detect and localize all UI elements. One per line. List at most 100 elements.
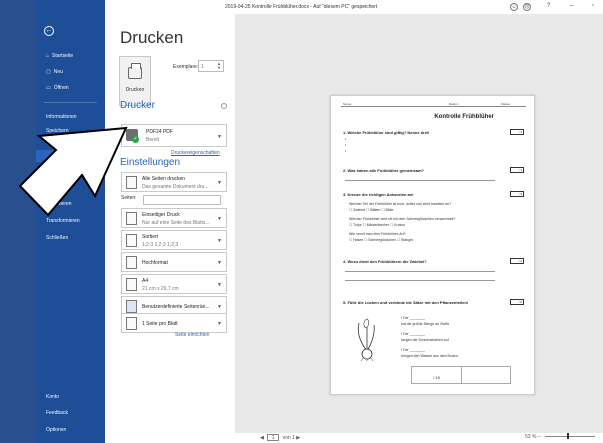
zoom-slider[interactable]: [544, 433, 595, 440]
points-box: / 6: [510, 299, 524, 305]
word-print-backstage: ← ⌂ Startseite ▢ Neu ▭ Öffnen Informatio…: [0, 0, 603, 443]
print-button-label: Drucken: [125, 87, 145, 93]
settings-heading: Einstellungen: [120, 157, 181, 168]
zoom-thumb[interactable]: [566, 433, 569, 440]
sidebar-item-label: Exportieren: [46, 201, 72, 207]
sidebar-item-label: Speichern: [46, 128, 69, 134]
page-title: Drucken: [120, 28, 184, 47]
chevron-down-icon: ▼: [217, 134, 222, 140]
back-arrow-icon[interactable]: ←: [44, 26, 54, 36]
q5-line: bringen den Wasser aus dem Boden: [401, 354, 458, 358]
copies-value: 1: [201, 64, 204, 70]
zoom-level: 53 %: [525, 434, 537, 440]
sidebar-item-export[interactable]: Exportieren: [36, 198, 105, 210]
ready-check-icon: ✓: [132, 136, 139, 143]
maximize-button[interactable]: ▫: [592, 3, 594, 9]
sidebar-item-feedback[interactable]: Feedback: [36, 407, 105, 419]
frown-icon[interactable]: ☹: [523, 3, 531, 11]
dropdown-subtitle: 21 cm x 29,7 cm: [142, 286, 179, 292]
printer-properties-link[interactable]: Druckereigenschaften: [171, 150, 220, 156]
pages-input[interactable]: [143, 195, 221, 205]
q5-line: fangen die Sonnenstrahlen auf: [401, 338, 449, 342]
title-bar: 2019-04-25 Kontrolle Frühblüher.docx - A…: [105, 0, 603, 14]
copies-stepper[interactable]: 1 ▲ ▼: [198, 60, 224, 72]
printer-status: Bereit: [146, 137, 160, 143]
sidebar-item-close[interactable]: Schließen: [36, 232, 105, 244]
bullet: •: [345, 137, 347, 141]
chevron-down-icon: ▼: [217, 180, 222, 186]
collation-dropdown[interactable]: Sortiert 1;2;3 1;2;3 1;2;3 ▼: [121, 230, 227, 250]
dropdown-subtitle: Das gesamte Dokument dru...: [142, 184, 209, 190]
one-sided-icon: [126, 212, 137, 225]
page-setup-link[interactable]: Seite einrichten: [175, 332, 209, 338]
pages-row: Seiten:: [121, 195, 227, 205]
question-5: 5. Fülle die Lücken und verbinde die Sät…: [343, 300, 469, 305]
document-title: Kontrolle Frühblüher: [434, 114, 494, 120]
pages-icon: [126, 176, 137, 189]
q5-line: • Die ________: [401, 332, 425, 336]
dropdown-title: Einseitiger Druck: [142, 212, 180, 218]
info-icon[interactable]: [221, 103, 227, 109]
printer-heading: Drucker: [120, 100, 156, 111]
zoom-control: 53 % –: [525, 433, 598, 440]
next-page-icon[interactable]: ▶: [296, 435, 300, 441]
answer-line: [345, 280, 495, 281]
dropdown-title: Benutzerdefinierte Seitenrän...: [142, 304, 210, 310]
sidebar-item-home[interactable]: ⌂ Startseite: [36, 50, 105, 62]
document-preview-page: Name: Datum: Klasse: Kontrolle Frühblühe…: [330, 95, 535, 395]
folder-open-icon: ▭: [46, 85, 51, 91]
bullet: •: [345, 143, 347, 147]
pages-per-sheet-dropdown[interactable]: 1 Seite pro Blatt ▼: [121, 313, 227, 333]
zoom-out-icon[interactable]: –: [538, 434, 541, 440]
sidebar-item-save[interactable]: Speichern: [36, 125, 105, 137]
paper-size-dropdown[interactable]: A4 21 cm x 29,7 cm ▼: [121, 274, 227, 294]
chevron-down-icon: ▼: [217, 282, 222, 288]
portrait-icon: [126, 256, 137, 269]
pages-label: Seiten:: [121, 195, 137, 201]
question-1: 1. Welche Frühblüher sind giftig? Nenne …: [343, 130, 430, 135]
previous-page-icon[interactable]: ◀: [260, 435, 264, 441]
points-box: / 3: [510, 191, 524, 197]
q3-line: Wie nennt man eine Frühblüher-Art?: [349, 232, 406, 236]
minimize-button[interactable]: –: [570, 3, 573, 9]
points-box: / 2: [510, 258, 524, 264]
q5-line: • Die ________: [401, 348, 425, 352]
sidebar-item-info[interactable]: Informationen: [36, 111, 105, 123]
dropdown-title: Sortiert: [142, 234, 159, 240]
print-range-dropdown[interactable]: Alle Seiten drucken Das gesamte Dokument…: [121, 172, 227, 192]
sidebar-item-print[interactable]: [36, 150, 105, 162]
help-icon[interactable]: ?: [547, 3, 550, 9]
sidebar-item-options[interactable]: Optionen: [36, 424, 105, 436]
dropdown-title: 1 Seite pro Blatt: [142, 321, 178, 327]
dropdown-subtitle: 1;2;3 1;2;3 1;2;3: [142, 242, 179, 248]
sidebar-item-new[interactable]: ▢ Neu: [36, 66, 105, 78]
q3-options: ☐ Hasen ☐ Schneeglöckchen ☐ Stängel: [349, 238, 413, 242]
spin-arrows-icon[interactable]: ▲ ▼: [217, 62, 221, 70]
print-button[interactable]: Drucken: [119, 56, 151, 106]
pages-per-sheet-icon: [126, 317, 137, 330]
smiley-icon[interactable]: ☺: [510, 3, 518, 11]
current-page-input[interactable]: 1: [267, 434, 280, 441]
q3-line: Welcher Teil der Frühblüher ist bunt, du…: [349, 202, 452, 206]
sidebar-item-open[interactable]: ▭ Öffnen: [36, 82, 105, 94]
q3-options: ☐ Tulpe ☐ Märzenbecher ☐ Krokus: [349, 223, 406, 227]
orientation-dropdown[interactable]: Hochformat ▼: [121, 252, 227, 272]
page-navigator: ◀ 1 von 1 ▶: [260, 434, 300, 441]
copies-label: Exemplare:: [173, 64, 199, 70]
printer-icon: [128, 63, 142, 79]
chevron-down-icon: ▼: [217, 216, 222, 222]
dropdown-title: A4: [142, 278, 149, 284]
printer-dropdown[interactable]: ✓ PDF24 PDF Bereit ▼: [121, 124, 227, 147]
page-total: von 1: [282, 434, 295, 441]
answer-line: [345, 180, 495, 181]
question-3: 3. Kreuze die richtigen Antworten an!: [343, 192, 414, 197]
points-box: / 3: [510, 129, 524, 135]
sidebar-item-account[interactable]: Konto: [36, 391, 105, 403]
sidebar-item-label: Transformieren: [46, 218, 80, 224]
sides-dropdown[interactable]: Einseitiger Druck Nur auf eine Seite des…: [121, 208, 227, 228]
answer-line: [345, 271, 495, 272]
sidebar-item-transform[interactable]: Transformieren: [36, 215, 105, 227]
printer-name: PDF24 PDF: [146, 129, 173, 135]
dropdown-subtitle: Nur auf eine Seite des Blatts...: [142, 220, 210, 226]
snowdrop-illustration: [357, 318, 375, 361]
